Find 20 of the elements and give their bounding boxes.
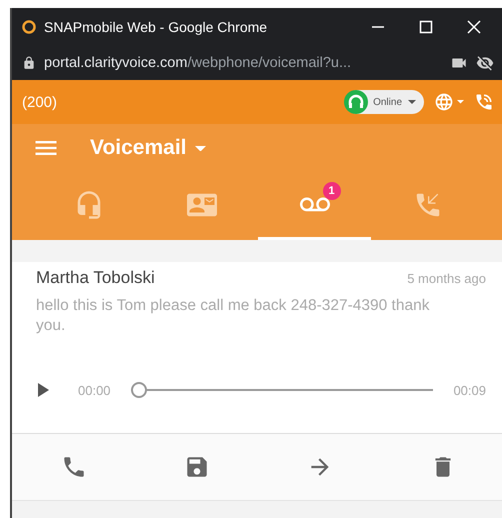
headset-icon (343, 89, 370, 115)
received-time: 5 months ago (407, 271, 486, 286)
transcript: hello this is Tom please call me back 248-327-4390 thank you. (36, 296, 430, 336)
globe-icon (434, 92, 454, 112)
caret-icon (408, 100, 416, 104)
duration: 00:09 (453, 382, 486, 398)
app-logo-icon (22, 20, 36, 34)
window-title: SNAPmobile Web - Google Chrome (44, 19, 268, 35)
progress-slider[interactable] (130, 382, 434, 398)
progress-thumb[interactable] (130, 382, 147, 398)
caret-icon (194, 146, 206, 152)
extension-label: (200) (22, 94, 58, 110)
presence-dropdown[interactable]: Online (345, 90, 424, 114)
elapsed-time: 00:00 (78, 382, 111, 398)
tab[interactable]: 1 (258, 172, 371, 240)
lock-icon (22, 56, 36, 70)
caller-name: Martha Tobolski (36, 268, 155, 288)
eye-slash-icon[interactable] (476, 54, 494, 72)
caret-icon (457, 100, 464, 104)
notification-badge: 1 (322, 182, 340, 200)
